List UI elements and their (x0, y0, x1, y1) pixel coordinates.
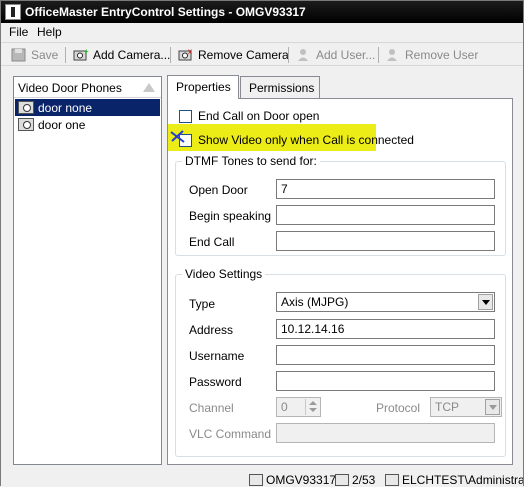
toolbar: Save + Add Camera... x Remove Camera Add… (1, 42, 523, 66)
show-video-checkbox-row[interactable]: Show Video only when Call is connected (179, 133, 414, 147)
begin-speaking-input[interactable] (276, 205, 495, 225)
status-server: OMGV93317 (249, 473, 336, 487)
end-call-checkbox-row[interactable]: End Call on Door open (179, 109, 319, 123)
show-video-label: Show Video only when Call is connected (198, 133, 414, 147)
annotation-x-icon (170, 129, 186, 145)
end-call-label: End Call on Door open (198, 109, 320, 123)
add-camera-label: Add Camera... (93, 48, 171, 62)
list-header[interactable]: Video Door Phones (14, 77, 161, 98)
menu-file[interactable]: File (6, 25, 31, 39)
menu-bar: File Help (1, 23, 523, 42)
list-item[interactable]: door one (15, 116, 160, 133)
tab-properties[interactable]: Properties (167, 75, 239, 99)
add-user-label: Add User... (316, 48, 376, 62)
add-camera-icon: + (73, 47, 89, 62)
properties-page: End Call on Door open Show Video only wh… (167, 98, 513, 465)
address-label: Address (189, 323, 234, 337)
address-input[interactable] (276, 319, 495, 339)
end-call-checkbox[interactable] (179, 109, 192, 123)
list-item-label: door none (38, 100, 93, 115)
vlc-command-label: VLC Command (189, 427, 272, 441)
channel-stepper[interactable]: 0 (276, 397, 321, 417)
tab-permissions[interactable]: Permissions (240, 76, 320, 98)
channel-label: Channel (189, 401, 234, 415)
protocol-value: TCP (435, 400, 459, 414)
video-door-phones-list[interactable]: Video Door Phones door none door one (13, 76, 162, 465)
remove-user-button[interactable]: Remove User (385, 46, 478, 64)
save-label: Save (31, 48, 59, 62)
chevron-down-icon[interactable] (485, 399, 500, 415)
app-icon (5, 4, 21, 20)
video-settings-title: Video Settings (182, 267, 266, 281)
channel-value: 0 (281, 400, 288, 414)
add-camera-button[interactable]: + Add Camera... (73, 46, 170, 64)
type-value: Axis (MJPG) (281, 295, 349, 309)
vlc-command-input[interactable] (276, 423, 495, 443)
settings-window: OfficeMaster EntryControl Settings - OMG… (0, 0, 524, 487)
add-user-button[interactable]: Add User... (296, 46, 375, 64)
stepper-arrows-icon[interactable] (305, 399, 319, 415)
camera-icon (18, 101, 34, 114)
remove-camera-icon: x (178, 47, 194, 62)
remove-user-icon (385, 48, 401, 62)
list-header-label: Video Door Phones (18, 81, 122, 95)
open-door-label: Open Door (189, 183, 248, 197)
svg-text:x: x (188, 48, 192, 56)
end-call-dtmf-label: End Call (189, 235, 235, 249)
remove-camera-button[interactable]: x Remove Camera (178, 46, 289, 64)
user-icon (385, 474, 399, 486)
camera-icon (335, 474, 349, 486)
list-item[interactable]: door none (15, 99, 160, 116)
camera-icon (18, 118, 34, 131)
video-settings-group: Video Settings Type Axis (MJPG) Address … (175, 267, 506, 457)
password-label: Password (189, 375, 242, 389)
save-icon (11, 48, 27, 62)
sort-ascending-icon (143, 83, 155, 92)
chevron-down-icon[interactable] (478, 294, 493, 310)
protocol-select[interactable]: TCP (430, 397, 502, 417)
menu-help[interactable]: Help (34, 25, 65, 39)
password-input[interactable] (276, 371, 495, 391)
status-server-label: OMGV93317 (266, 473, 337, 487)
begin-speaking-label: Begin speaking (189, 209, 272, 223)
add-user-icon (296, 48, 312, 62)
type-select[interactable]: Axis (MJPG) (276, 292, 495, 312)
toolbar-separator (65, 47, 66, 63)
remove-user-label: Remove User (405, 48, 479, 62)
status-user-label: ELCHTEST\Administrator (402, 473, 523, 487)
svg-text:+: + (84, 48, 89, 56)
status-user: ELCHTEST\Administrator (385, 473, 523, 487)
status-count: 2/53 (335, 473, 375, 487)
window-title: OfficeMaster EntryControl Settings - OMG… (25, 5, 306, 19)
toolbar-separator (170, 47, 171, 63)
list-item-label: door one (38, 117, 86, 132)
toolbar-separator (288, 47, 289, 63)
title-bar[interactable]: OfficeMaster EntryControl Settings - OMG… (1, 1, 523, 23)
protocol-label: Protocol (376, 401, 421, 415)
open-door-input[interactable] (276, 179, 495, 199)
remove-camera-label: Remove Camera (198, 48, 289, 62)
username-input[interactable] (276, 345, 495, 365)
dtmf-group-title: DTMF Tones to send for: (182, 154, 320, 168)
status-bar: OMGV93317 2/53 ELCHTEST\Administrator (1, 471, 523, 487)
server-icon (249, 474, 263, 486)
save-button[interactable]: Save (11, 46, 58, 64)
type-label: Type (189, 297, 216, 311)
end-call-dtmf-input[interactable] (276, 231, 495, 251)
toolbar-separator (378, 47, 379, 63)
status-count-label: 2/53 (352, 473, 376, 487)
username-label: Username (189, 349, 245, 363)
dtmf-group: DTMF Tones to send for: Open Door Begin … (175, 154, 506, 256)
